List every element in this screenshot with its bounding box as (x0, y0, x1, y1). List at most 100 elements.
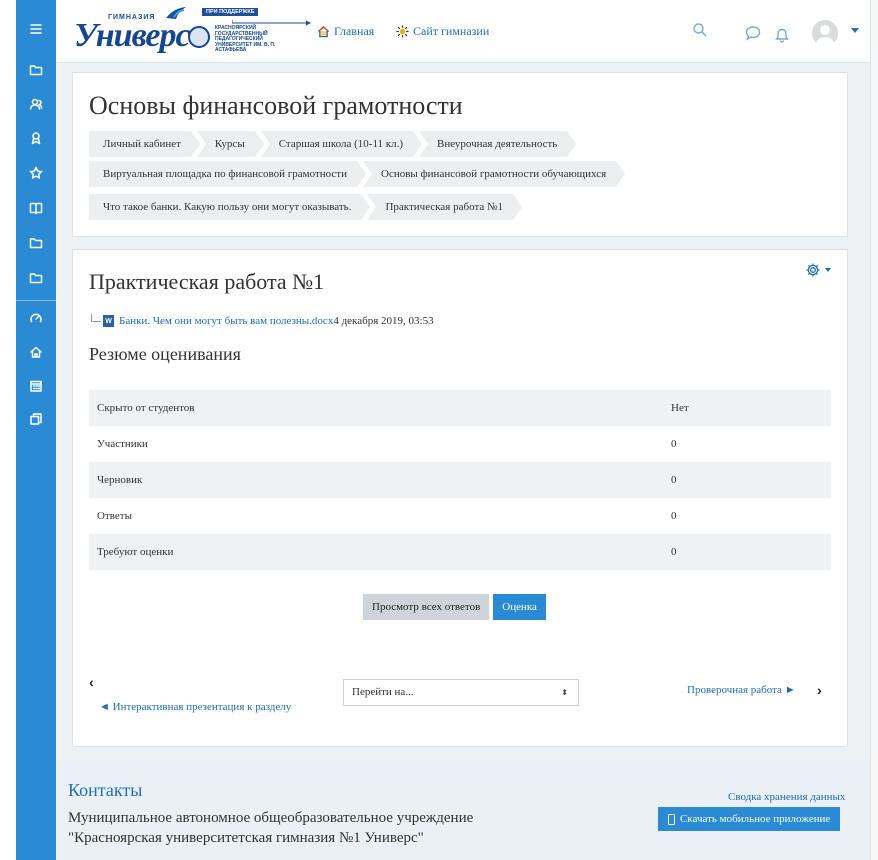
previous-activity-link[interactable]: ◄ Интерактивная презентация к разделу (99, 701, 291, 713)
breadcrumb: Что такое банки. Какую пользу они могут … (89, 194, 522, 220)
previous-activity-chevron-icon[interactable]: ‹ (89, 674, 94, 690)
table-cell-value: 0 (671, 438, 677, 450)
site-logo[interactable]: ГИМНАЗИЯ Универс ПРИ ПОДДЕРЖКЕ КРАСНОЯРС… (74, 6, 311, 54)
user-menu-chevron-down-icon[interactable] (851, 28, 859, 33)
attachment-date: 4 декабря 2019, 03:53 (333, 315, 434, 327)
grade-button[interactable]: Оценка (493, 594, 546, 620)
breadcrumb-item[interactable]: Внеурочная деятельность (419, 131, 577, 157)
breadcrumb: Виртуальная площадка по финансовой грамо… (89, 161, 626, 187)
folder-icon (29, 271, 43, 290)
table-cell-label: Скрыто от студентов (97, 402, 195, 414)
nav-link-school-site-label: Сайт гимназии (413, 24, 490, 38)
page-footer: Контакты Муниципальное автономное общеоб… (56, 758, 870, 860)
dashboard-icon (29, 311, 43, 330)
attachment-link[interactable]: Банки. Чем они могут быть вам полезны.do… (119, 315, 333, 327)
breadcrumb: Личный кабинет Курсы Старшая школа (10-1… (89, 131, 577, 157)
table-row: Черновик 0 (89, 462, 831, 498)
jump-to-select[interactable]: Перейти на... ⬍ (343, 679, 579, 706)
book-icon (29, 201, 43, 220)
page-title: Основы финансовой грамотности (89, 91, 463, 120)
nav-link-home[interactable]: Главная (317, 24, 374, 39)
notifications-button[interactable] (774, 27, 790, 48)
logo-support-label: ПРИ ПОДДЕРЖКЕ (202, 8, 259, 16)
users-icon (29, 97, 43, 116)
sidebar-item-calendar[interactable] (16, 371, 56, 405)
sidebar-item-private-files[interactable] (16, 404, 56, 438)
nav-link-school-site[interactable]: Сайт гимназии (396, 24, 489, 39)
sidebar-divider (16, 300, 56, 301)
university-seal-icon (188, 26, 210, 48)
home-icon (317, 25, 330, 38)
sidebar-item-competencies[interactable] (16, 158, 56, 192)
jump-to-select-value: Перейти на... (352, 686, 414, 698)
table-cell-label: Требуют оценки (97, 546, 174, 558)
table-row: Участники 0 (89, 426, 831, 462)
breadcrumb-item[interactable]: Курсы (196, 131, 264, 157)
table-cell-value: 0 (671, 510, 677, 522)
data-retention-link[interactable]: Сводка хранения данных (728, 791, 845, 803)
sun-icon (396, 25, 409, 38)
breadcrumb-item[interactable]: Виртуальная площадка по финансовой грамо… (89, 161, 366, 187)
table-row: Скрыто от студентов Нет (89, 390, 831, 426)
assignment-title: Практическая работа №1 (89, 269, 325, 294)
calendar-icon (29, 379, 43, 398)
select-arrows-icon: ⬍ (561, 688, 568, 697)
breadcrumb-item-current[interactable]: Практическая работа №1 (367, 194, 522, 220)
table-cell-label: Ответы (97, 510, 132, 522)
settings-menu-button[interactable] (805, 262, 831, 278)
user-avatar[interactable] (812, 20, 838, 46)
page-header: Основы финансовой грамотности Личный каб… (72, 72, 848, 237)
grading-summary-table: Скрыто от студентов Нет Участники 0 Черн… (89, 390, 831, 570)
attachment-row: W Банки. Чем они могут быть вам полезны.… (91, 314, 434, 327)
table-cell-value: Нет (671, 402, 689, 414)
breadcrumb-item[interactable]: Старшая школа (10-11 кл.) (260, 131, 423, 157)
window-scrollbar[interactable] (870, 0, 878, 860)
menu-toggle-button[interactable] (16, 14, 56, 48)
search-button[interactable] (692, 22, 708, 43)
view-all-submissions-button[interactable]: Просмотр всех ответов (363, 594, 490, 620)
footer-organization-name: Муниципальное автономное общеобразовател… (68, 810, 474, 846)
sidebar-item-participants[interactable] (16, 89, 56, 123)
action-buttons: Просмотр всех ответов Оценка (363, 594, 546, 620)
sidebar-item-course-folder[interactable] (16, 55, 56, 89)
folder-icon (29, 236, 43, 255)
window-edge (0, 0, 16, 860)
breadcrumb-item[interactable]: Основы финансовой грамотности обучающихс… (363, 161, 626, 187)
sidebar-item-section-folder[interactable] (16, 228, 56, 262)
mobile-app-button[interactable]: Скачать мобильное приложение (658, 807, 841, 831)
grading-summary-title: Резюме оценивания (89, 344, 241, 364)
table-cell-value: 0 (671, 474, 677, 486)
phone-icon (668, 813, 675, 825)
mobile-app-button-label: Скачать мобильное приложение (680, 813, 831, 825)
copy-icon (29, 412, 43, 431)
assignment-card: Практическая работа №1 W Банки. Чем они … (72, 249, 848, 747)
search-icon (693, 23, 707, 37)
table-row: Ответы 0 (89, 498, 831, 534)
bell-icon (775, 28, 789, 43)
chevron-down-icon (825, 268, 831, 272)
footer-contacts-title: Контакты (68, 780, 143, 800)
home-icon (29, 345, 43, 364)
sidebar-item-badges[interactable] (16, 123, 56, 157)
folder-icon (29, 63, 43, 82)
left-sidebar (16, 0, 56, 860)
breadcrumb-item[interactable]: Что такое банки. Какую пользу они могут … (89, 194, 371, 220)
sidebar-item-grades[interactable] (16, 193, 56, 227)
table-cell-label: Черновик (97, 474, 143, 486)
top-navbar: ГИМНАЗИЯ Универс ПРИ ПОДДЕРЖКЕ КРАСНОЯРС… (56, 0, 870, 63)
sidebar-item-dashboard[interactable] (16, 303, 56, 337)
logo-university-name: КРАСНОЯРСКИЙ ГОСУДАРСТВЕННЫЙ ПЕДАГОГИЧЕС… (215, 25, 276, 53)
table-cell-label: Участники (97, 438, 148, 450)
user-group-icon (29, 131, 43, 150)
next-activity-chevron-icon[interactable]: › (817, 682, 822, 698)
table-row: Требуют оценки 0 (89, 534, 831, 570)
word-document-icon: W (103, 315, 114, 327)
sidebar-item-home[interactable] (16, 337, 56, 371)
messages-button[interactable] (745, 25, 761, 46)
logo-name: Универс (74, 17, 191, 54)
sidebar-item-section-folder-2[interactable] (16, 263, 56, 297)
gear-icon (806, 263, 820, 277)
next-activity-link[interactable]: Проверочная работа ► (687, 684, 796, 696)
menu-icon (29, 22, 43, 41)
breadcrumb-item[interactable]: Личный кабинет (89, 131, 200, 157)
